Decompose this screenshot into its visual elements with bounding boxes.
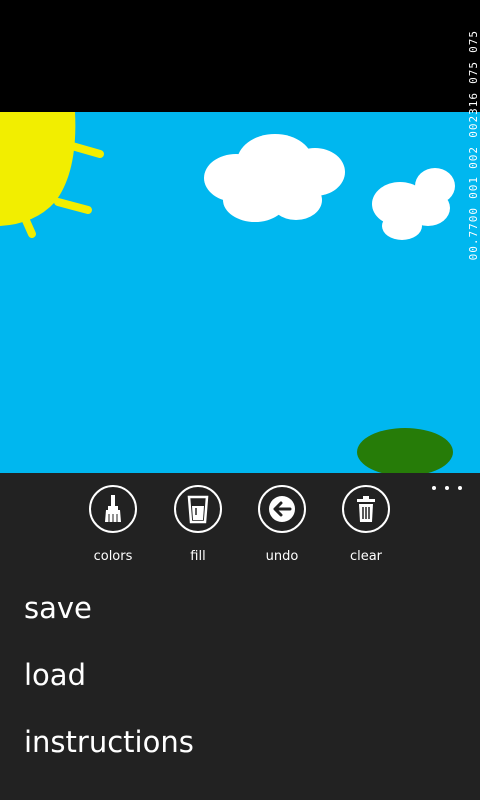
fill-cup-icon	[174, 485, 222, 533]
fill-button[interactable]: fill	[156, 485, 240, 564]
paintbrush-icon	[89, 485, 137, 533]
dot-icon	[432, 486, 436, 490]
trash-icon	[342, 485, 390, 533]
appbar-menu: save load instructions	[24, 588, 194, 789]
debug-value: 002316	[467, 91, 480, 138]
menu-item-load[interactable]: load	[24, 655, 194, 722]
undo-label: undo	[265, 549, 299, 564]
menu-item-instructions[interactable]: instructions	[24, 722, 194, 789]
ellipsis-icon[interactable]	[432, 483, 462, 493]
debug-value: 001	[467, 176, 480, 200]
application-bar: colors fill undo clear save load instruc…	[0, 473, 480, 800]
top-black-bar	[0, 0, 480, 112]
drawing-canvas[interactable]	[0, 112, 480, 473]
debug-value: 002	[467, 145, 480, 169]
clear-button[interactable]: clear	[324, 485, 408, 564]
colors-button[interactable]: colors	[71, 485, 155, 564]
undo-button[interactable]: undo	[240, 485, 324, 564]
menu-item-save[interactable]: save	[24, 588, 194, 655]
fill-label: fill	[190, 549, 206, 564]
back-arrow-icon	[258, 485, 306, 533]
clear-label: clear	[349, 549, 383, 564]
debug-frame-counter: 075 075 002316 002 001 00.7700	[456, 0, 480, 430]
debug-value: 075	[467, 60, 480, 84]
dot-icon	[458, 486, 462, 490]
debug-value: 075	[467, 30, 480, 53]
colors-label: colors	[93, 549, 133, 564]
debug-value: 00.7700	[467, 207, 480, 261]
appbar-icon-row: colors fill undo clear	[0, 485, 480, 565]
dot-icon	[445, 486, 449, 490]
